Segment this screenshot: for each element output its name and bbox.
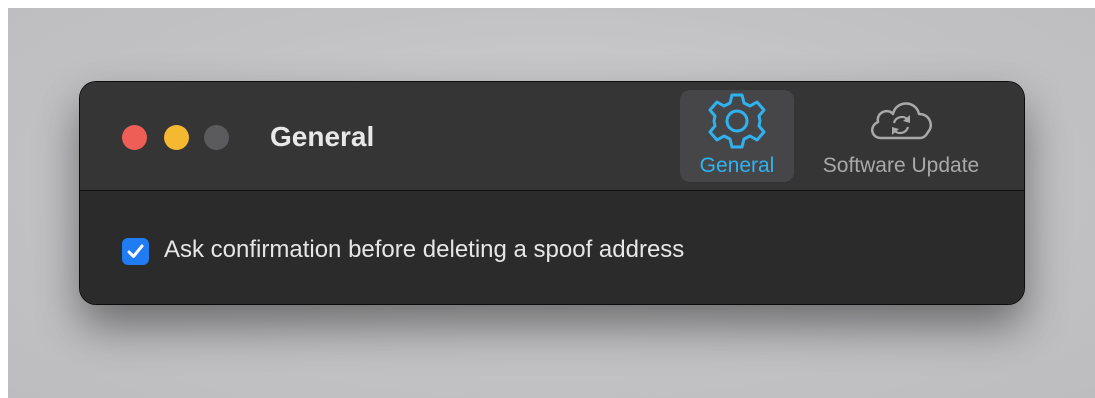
confirm-delete-checkbox[interactable] (122, 238, 149, 265)
confirm-delete-label[interactable]: Ask confirmation before deleting a spoof… (164, 234, 684, 266)
window-title: General (270, 121, 375, 152)
gear-icon (704, 92, 770, 150)
settings-pane: Ask confirmation before deleting a spoof… (80, 191, 1024, 304)
close-button[interactable] (122, 125, 147, 150)
tab-software-update[interactable]: Software Update (806, 90, 996, 182)
tab-general-label: General (699, 154, 775, 177)
tab-general[interactable]: General (680, 90, 794, 182)
preferences-window: General General Software Update Ask conf… (80, 82, 1024, 304)
checkmark-icon (127, 244, 144, 258)
minimize-button[interactable] (164, 125, 189, 150)
cloud-sync-icon (866, 92, 936, 150)
zoom-button[interactable] (204, 125, 229, 150)
title-bar: General General Software Update (80, 82, 1024, 191)
tab-software-update-label: Software Update (822, 154, 980, 177)
